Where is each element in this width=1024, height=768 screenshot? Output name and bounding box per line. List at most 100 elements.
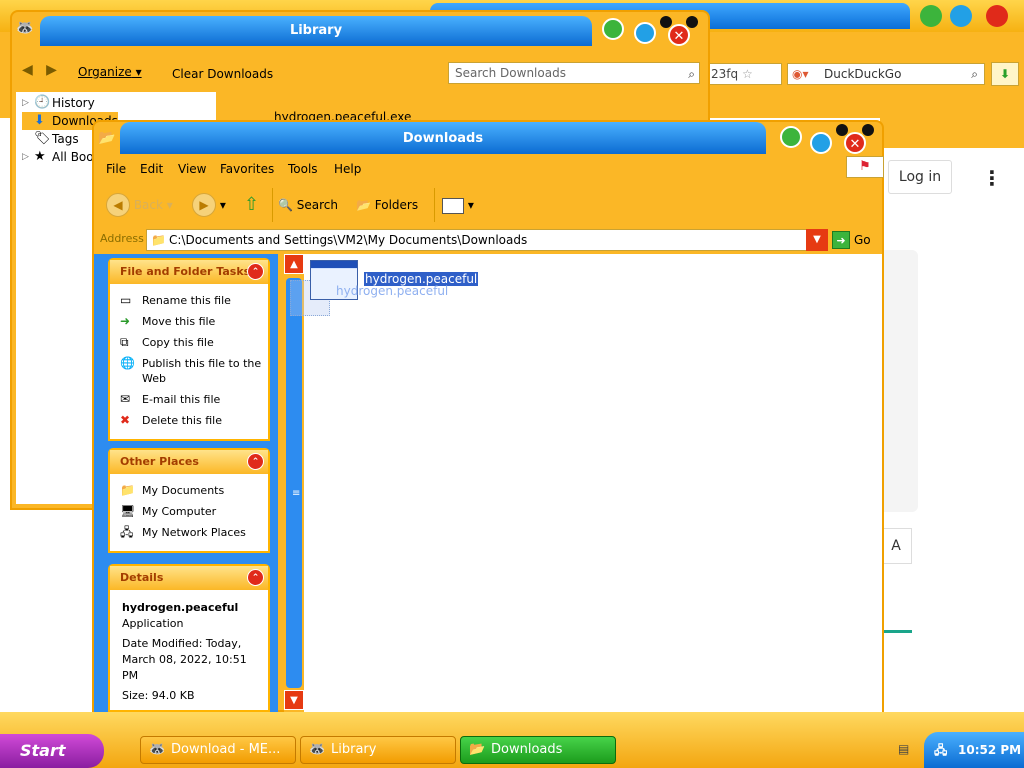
clear-downloads-button[interactable]: Clear Downloads: [172, 67, 273, 81]
task-label: Copy this file: [142, 336, 214, 349]
other-places-panel: Other Places ⌃ 📁 My Documents 🖥 My Computer…: [108, 448, 270, 553]
file-folder-tasks-panel: File and Folder Tasks ⌃ ▭ Rename this file…: [108, 258, 270, 441]
login-button[interactable]: Log in: [888, 160, 952, 194]
back-button[interactable]: ◀ Back ▾: [106, 192, 173, 218]
address-dropdown-icon[interactable]: ▼: [806, 229, 828, 251]
mouse-ear-icon: [660, 16, 672, 28]
taskbar-button-download[interactable]: 🦝 Download - ME...: [140, 736, 296, 764]
organize-menu[interactable]: Organize ▾: [78, 65, 142, 79]
up-folder-icon[interactable]: ⇧: [244, 192, 259, 218]
more-options-icon[interactable]: ⋮: [982, 166, 1002, 190]
explorer-close-button[interactable]: ✕: [844, 132, 866, 154]
forward-arrow-icon: ▶: [192, 193, 216, 217]
folder-icon: 📁: [120, 483, 135, 497]
explorer-maximize-button[interactable]: [810, 132, 832, 154]
forward-button[interactable]: ▶ ▾: [192, 192, 226, 218]
start-label: Start: [20, 741, 66, 760]
scroll-up-icon[interactable]: ▲: [284, 254, 304, 274]
collapse-icon[interactable]: ⌃: [247, 569, 264, 586]
move-icon: ➜: [120, 314, 131, 328]
star-folder-icon: ★: [34, 149, 46, 164]
tray-clipboard-icon[interactable]: ▤: [898, 742, 909, 756]
scroll-grip-icon[interactable]: ≡: [292, 488, 300, 499]
menu-bar: File Edit View Favorites Tools Help: [94, 160, 882, 180]
search-icon[interactable]: ⌕: [688, 64, 695, 84]
library-maximize-button[interactable]: [634, 22, 656, 44]
downloads-arrow-icon[interactable]: ⬇: [991, 62, 1019, 86]
search-button[interactable]: 🔍 Search: [278, 192, 338, 218]
task-label: E-mail this file: [142, 393, 221, 406]
magnifier-icon: 🔍: [278, 198, 293, 212]
back-arrow-icon: ◀: [106, 193, 130, 217]
page-a-button[interactable]: A: [880, 528, 912, 564]
mouse-ear-icon: [686, 16, 698, 28]
tray-network-icon[interactable]: 🖧: [934, 732, 947, 768]
browser-close-button[interactable]: [986, 5, 1008, 27]
url-text: 23fq: [711, 67, 739, 81]
place-my-computer[interactable]: 🖥 My Computer: [110, 501, 268, 522]
folders-label: Folders: [374, 198, 419, 212]
task-delete-file[interactable]: ✖ Delete this file: [110, 410, 268, 431]
tree-label: History: [52, 96, 95, 110]
menu-edit[interactable]: Edit: [140, 162, 163, 176]
details-date-modified: Date Modified: Today, March 08, 2022, 10…: [122, 637, 247, 682]
browser-maximize-button[interactable]: [950, 5, 972, 27]
bookmark-star-icon[interactable]: ☆: [742, 67, 753, 81]
menu-help[interactable]: Help: [334, 162, 361, 176]
start-button[interactable]: Start: [0, 734, 104, 768]
clock[interactable]: 10:52 PM: [958, 743, 1021, 757]
email-icon: ✉: [120, 392, 131, 406]
menu-tools[interactable]: Tools: [288, 162, 318, 176]
expand-arrow-icon[interactable]: ▷: [22, 148, 29, 166]
menu-favorites[interactable]: Favorites: [220, 162, 274, 176]
taskbar-button-library[interactable]: 🦝 Library: [300, 736, 456, 764]
panel-title: Details: [120, 571, 164, 584]
task-email-file[interactable]: ✉ E-mail this file: [110, 389, 268, 410]
folder-icon: 📂: [469, 742, 486, 757]
go-label: Go: [854, 233, 871, 247]
task-publish-file[interactable]: 🌐 Publish this file to the Web: [110, 353, 268, 389]
browser-minimize-button[interactable]: [920, 5, 942, 27]
library-search-input[interactable]: Search Downloads ⌕: [448, 62, 700, 84]
tree-item-all-bookmarks[interactable]: ▷ ★ All Bool: [22, 148, 97, 166]
folder-icon: 📁: [151, 233, 166, 247]
library-close-button[interactable]: ✕: [668, 24, 690, 46]
go-button[interactable]: ➜ Go: [832, 229, 871, 251]
folders-icon: 📂: [356, 198, 371, 212]
menu-file[interactable]: File: [106, 162, 126, 176]
back-arrow-icon[interactable]: ◀: [22, 62, 33, 78]
tree-item-history[interactable]: ▷ 🕘 History: [22, 94, 95, 112]
library-back-forward[interactable]: ◀ ▶: [22, 62, 57, 78]
task-copy-file[interactable]: ⧉ Copy this file: [110, 332, 268, 353]
task-pane-scrollbar[interactable]: ▲ ≡ ▼: [284, 254, 304, 712]
forward-arrow-icon[interactable]: ▶: [46, 62, 57, 78]
address-label: Address: [100, 232, 144, 245]
browser-search-box[interactable]: ◉▾ DuckDuckGo ⌕: [787, 63, 985, 85]
task-move-file[interactable]: ➜ Move this file: [110, 311, 268, 332]
explorer-minimize-button[interactable]: [780, 126, 802, 148]
tree-item-tags[interactable]: 🏷 Tags: [22, 130, 79, 148]
task-rename-file[interactable]: ▭ Rename this file: [110, 290, 268, 311]
place-my-documents[interactable]: 📁 My Documents: [110, 480, 268, 501]
tag-icon: 🏷: [34, 131, 51, 146]
system-tray: 🖧 10:52 PM: [924, 732, 1024, 768]
library-minimize-button[interactable]: [602, 18, 624, 40]
collapse-icon[interactable]: ⌃: [247, 263, 264, 280]
search-icon[interactable]: ⌕: [971, 64, 978, 84]
taskbar-label: Downloads: [491, 742, 563, 757]
folders-button[interactable]: 📂 Folders: [356, 192, 418, 218]
views-button[interactable]: ▾: [442, 192, 474, 218]
taskbar-label: Library: [331, 742, 377, 757]
browser-url-bar[interactable]: 23fq ☆: [706, 63, 782, 85]
raccoon-logo-icon: 🦝: [149, 742, 166, 757]
address-input[interactable]: 📁 C:\Documents and Settings\VM2\My Docum…: [146, 229, 828, 251]
expand-arrow-icon[interactable]: ▷: [22, 94, 29, 112]
page-accent-line: [880, 630, 912, 633]
taskbar-label: Download - ME...: [171, 742, 281, 757]
place-my-network[interactable]: 🖧 My Network Places: [110, 522, 268, 543]
scroll-track[interactable]: ≡: [286, 278, 302, 688]
scroll-down-icon[interactable]: ▼: [284, 690, 304, 710]
taskbar-button-downloads[interactable]: 📂 Downloads: [460, 736, 616, 764]
menu-view[interactable]: View: [178, 162, 206, 176]
collapse-icon[interactable]: ⌃: [247, 453, 264, 470]
